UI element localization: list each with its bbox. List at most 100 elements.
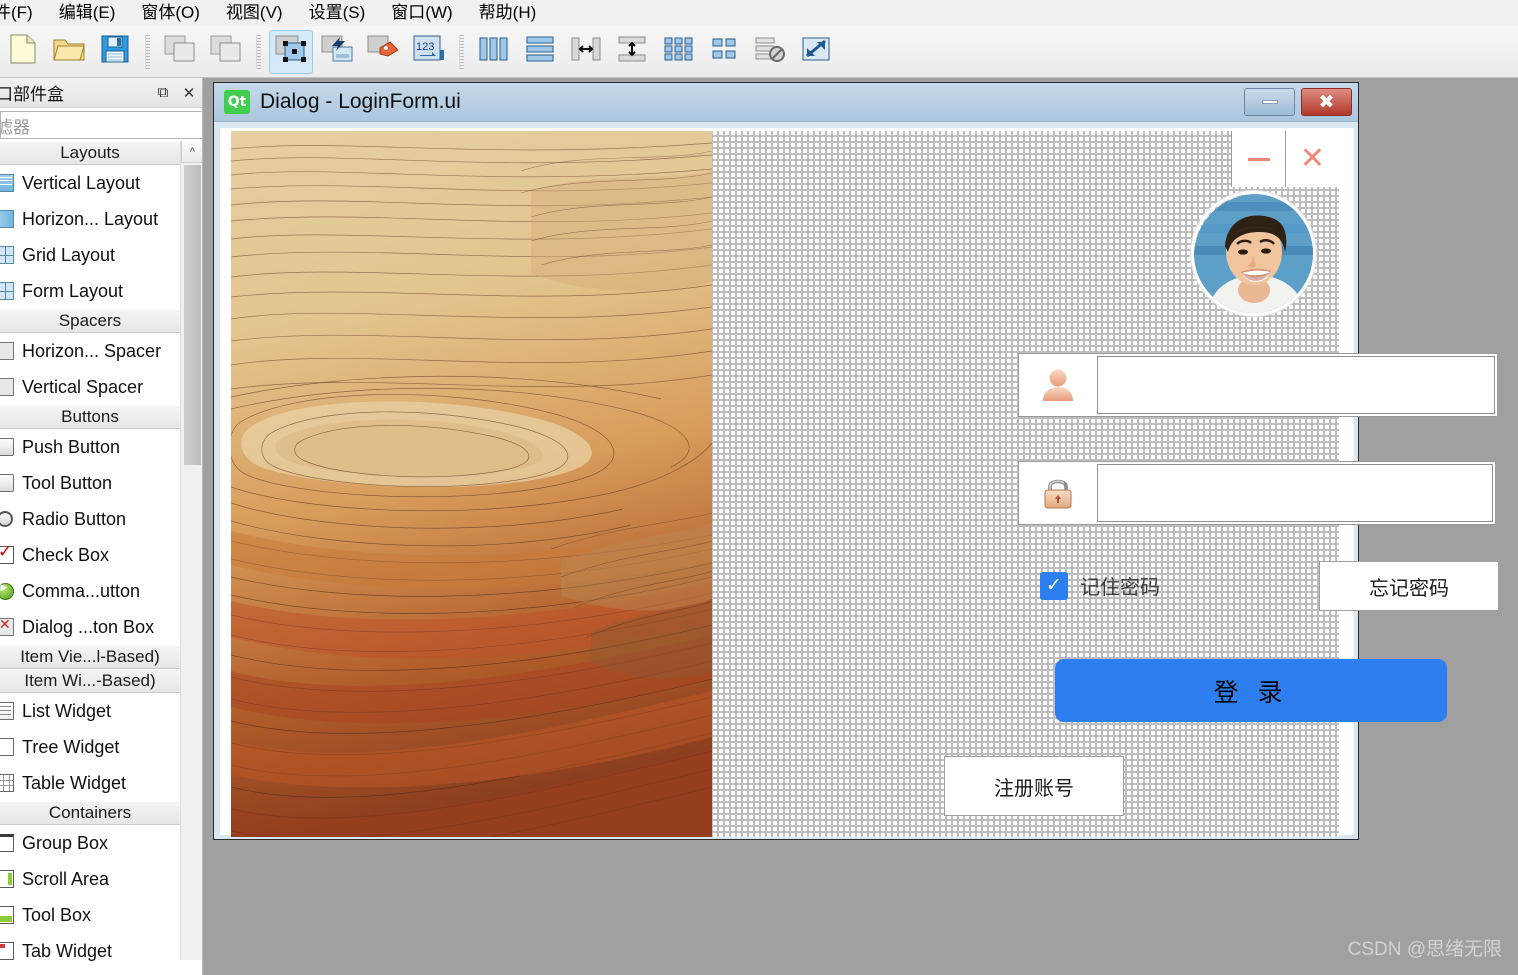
edit-buddies-button[interactable] [361, 30, 405, 74]
widget-category-layouts[interactable]: Layouts [0, 141, 180, 165]
undo-button[interactable] [158, 30, 202, 74]
form-window-titlebar[interactable]: Qt Dialog - LoginForm.ui ✖ [214, 83, 1358, 122]
adjust-size-button[interactable] [794, 30, 838, 74]
close-icon: ✖ [1318, 91, 1335, 113]
toolbar-group-layout [471, 30, 839, 74]
login-form-canvas[interactable]: ✕ ✓ 记住密码 忘记密码 登 录 注册账号 [231, 131, 1499, 837]
user-icon [1019, 365, 1097, 405]
username-input[interactable] [1097, 356, 1495, 414]
scrollbar-thumb[interactable] [184, 165, 201, 465]
widget-item-label: Vertical Layout [22, 172, 141, 193]
minimize-button[interactable] [1244, 88, 1295, 116]
remember-password-checkbox[interactable]: ✓ [1040, 571, 1068, 600]
password-field-group[interactable] [1018, 461, 1496, 525]
tab-widget-icon [0, 942, 18, 960]
edit-widgets-button[interactable] [269, 29, 313, 74]
layout-grid-button[interactable] [656, 30, 700, 74]
open-file-button[interactable] [47, 30, 91, 74]
widget-item-tool-box[interactable]: Tool Box [0, 897, 180, 933]
break-layout-button[interactable] [748, 30, 792, 74]
username-field-group[interactable] [1018, 353, 1498, 417]
widget-item-command-link-button[interactable]: Comma...utton [0, 573, 180, 609]
restore-icon[interactable]: ⧉ [150, 84, 176, 101]
menu-bar: 件(F) 编辑(E) 窗体(O) 视图(V) 设置(S) 窗口(W) 帮助(H) [0, 0, 1518, 26]
chevron-up-icon[interactable]: ^ [181, 141, 202, 163]
toolbar-grip[interactable] [459, 34, 464, 69]
widget-item-label: Horizon... Layout [22, 208, 159, 229]
widget-item-label: Vertical Spacer [22, 376, 144, 397]
horizontal-spacer-icon [0, 342, 18, 360]
menu-view[interactable]: 视图(V) [213, 0, 296, 26]
widget-item-dialog-button-box[interactable]: Dialog ...ton Box [0, 609, 180, 645]
widget-filter-input[interactable]: 滤器 [0, 111, 202, 139]
widget-category-containers[interactable]: Containers [0, 801, 180, 825]
widget-item-push-button[interactable]: Push Button [0, 429, 180, 465]
menu-edit[interactable]: 编辑(E) [46, 0, 129, 26]
save-button[interactable] [93, 30, 137, 74]
password-input[interactable] [1097, 464, 1493, 522]
menu-window[interactable]: 窗口(W) [378, 0, 465, 26]
widget-category-buttons[interactable]: Buttons [0, 405, 180, 429]
widget-item-horizontal-layout[interactable]: Horizon... Layout [0, 201, 180, 237]
widget-tree-scrollbar[interactable]: ^ [180, 141, 202, 960]
widget-item-form-layout[interactable]: Form Layout [0, 273, 180, 309]
form-close-button[interactable]: ✕ [1285, 131, 1339, 187]
widget-category-item-widgets[interactable]: Item Wi...-Based) [0, 669, 180, 693]
edit-signals-slots-button[interactable] [315, 30, 359, 74]
widget-item-label: Tab Widget [22, 940, 113, 961]
widget-item-tool-button[interactable]: Tool Button [0, 465, 180, 501]
menu-help[interactable]: 帮助(H) [466, 0, 550, 26]
widget-item-label: Check Box [22, 544, 110, 565]
layout-form-button[interactable] [702, 30, 746, 74]
widget-item-group-box[interactable]: Group Box [0, 825, 180, 861]
layout-horizontal-button[interactable] [472, 30, 516, 74]
widget-item-label: Radio Button [22, 508, 127, 529]
layout-splitter-v-icon [616, 35, 648, 68]
widget-tree: ^ Layouts Vertical Layout Horizon... Lay… [0, 141, 202, 969]
tool-button-icon [0, 474, 18, 492]
remember-password-row[interactable]: ✓ 记住密码 [1040, 571, 1160, 600]
layout-splitter-h-button[interactable] [564, 30, 608, 74]
register-button[interactable]: 注册账号 [944, 756, 1124, 816]
layout-vertical-button[interactable] [518, 30, 562, 74]
widget-item-list-widget[interactable]: List Widget [0, 693, 180, 729]
widget-category-item-views[interactable]: Item Vie...l-Based) [0, 645, 180, 669]
widget-item-table-widget[interactable]: Table Widget [0, 765, 180, 801]
toolbar-grip[interactable] [256, 34, 261, 69]
widget-item-vertical-layout[interactable]: Vertical Layout [0, 165, 180, 201]
edit-tab-order-button[interactable]: 123 [407, 30, 451, 74]
new-file-button[interactable] [1, 30, 45, 74]
widget-item-horizontal-spacer[interactable]: Horizon... Spacer [0, 333, 180, 369]
widget-category-spacers[interactable]: Spacers [0, 309, 180, 333]
widget-item-grid-layout[interactable]: Grid Layout [0, 237, 180, 273]
widget-item-label: Horizon... Spacer [22, 340, 162, 361]
layout-grid-icon [662, 35, 694, 68]
redo-button[interactable] [204, 30, 248, 74]
save-icon [100, 34, 130, 69]
minimize-icon [1247, 157, 1270, 161]
menu-file[interactable]: 件(F) [0, 0, 46, 26]
menu-settings[interactable]: 设置(S) [296, 0, 379, 26]
close-icon[interactable]: ✕ [176, 84, 202, 102]
vertical-layout-icon [0, 174, 18, 192]
dialog-button-box-icon [0, 616, 18, 636]
widget-item-scroll-area[interactable]: Scroll Area [0, 861, 180, 897]
widget-item-tab-widget[interactable]: Tab Widget [0, 933, 180, 969]
login-button[interactable]: 登 录 [1055, 659, 1447, 722]
toolbar-grip[interactable] [145, 34, 150, 69]
edit-widgets-icon [274, 34, 308, 69]
form-minimize-button[interactable] [1231, 131, 1285, 187]
widget-item-vertical-spacer[interactable]: Vertical Spacer [0, 369, 180, 405]
widget-item-check-box[interactable]: Check Box [0, 537, 180, 573]
widget-item-radio-button[interactable]: Radio Button [0, 501, 180, 537]
forgot-password-button[interactable]: 忘记密码 [1319, 561, 1499, 611]
close-icon: ✕ [1299, 142, 1326, 175]
layout-splitter-v-button[interactable] [610, 30, 654, 74]
layout-vertical-icon [524, 35, 556, 68]
application-window: 件(F) 编辑(E) 窗体(O) 视图(V) 设置(S) 窗口(W) 帮助(H) [0, 0, 1518, 975]
lock-icon [1019, 473, 1097, 513]
widget-item-tree-widget[interactable]: Tree Widget [0, 729, 180, 765]
widget-item-label: Tool Button [22, 472, 113, 493]
menu-form[interactable]: 窗体(O) [128, 0, 213, 26]
close-button[interactable]: ✖ [1301, 88, 1352, 116]
